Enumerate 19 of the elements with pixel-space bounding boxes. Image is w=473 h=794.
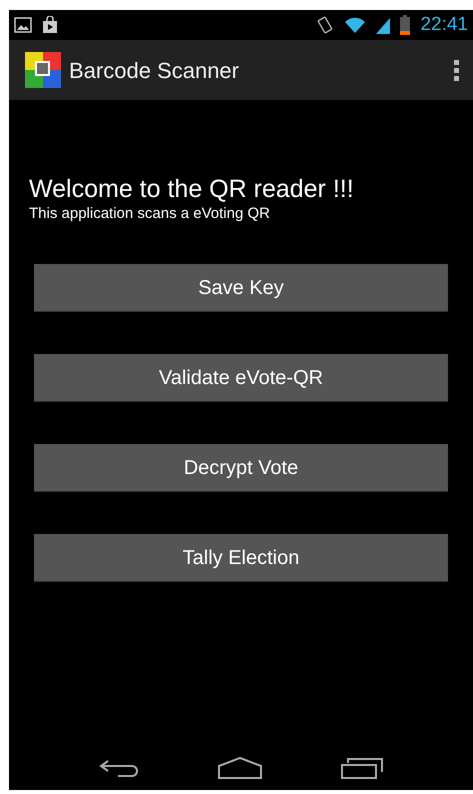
app-logo-icon — [25, 52, 61, 88]
wifi-icon — [344, 16, 366, 34]
clock-time: 22:41 — [420, 12, 468, 37]
recent-apps-icon — [340, 756, 384, 780]
image-icon — [14, 17, 32, 33]
signal-icon — [376, 16, 390, 34]
vibrate-icon — [316, 16, 334, 34]
action-button[interactable]: Validate eVote-QR — [34, 354, 448, 402]
action-button[interactable]: Tally Election — [34, 534, 448, 582]
action-button[interactable]: Save Key — [34, 264, 448, 312]
battery-icon — [400, 15, 410, 35]
subtitle-text: This application scans a eVoting QR — [29, 204, 271, 224]
app-title: Barcode Scanner — [69, 56, 240, 84]
welcome-heading: Welcome to the QR reader !!! — [29, 174, 355, 204]
home-icon — [216, 756, 263, 780]
action-button[interactable]: Decrypt Vote — [34, 444, 448, 492]
overflow-menu-icon[interactable] — [452, 58, 461, 82]
back-icon — [98, 758, 140, 778]
shopping-bag-icon — [42, 16, 58, 34]
